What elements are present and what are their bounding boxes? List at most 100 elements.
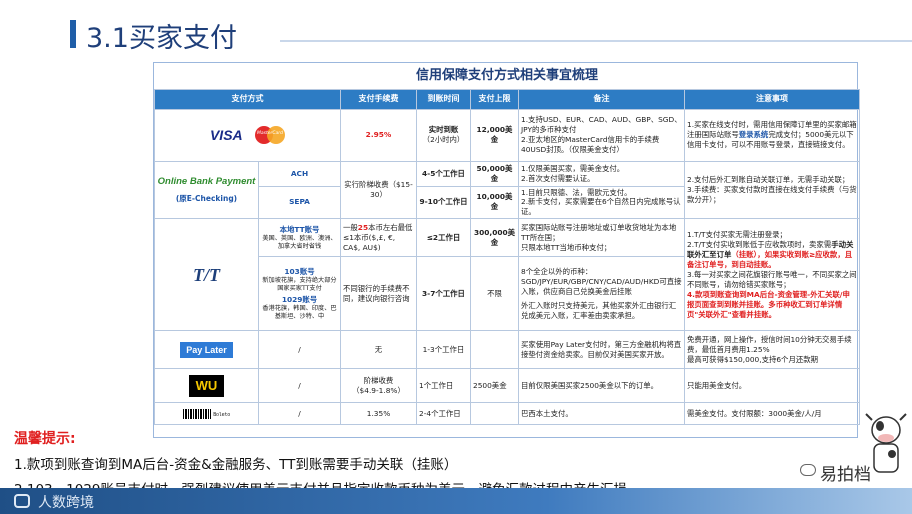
card-logos: VISA MasterCard [154,108,341,162]
tt-other-time: 3-7个工作日 [416,256,471,332]
header-method: 支付方式 [154,88,341,110]
obp-ach-remark: 1.仅限美国买家，需美金支付。 2.首次支付需要认证。 [518,160,685,187]
tt-103-desc: 新加坡花旗，支持绝大部分国家买家TT支付 [262,276,337,292]
tt-local-limit: 300,000美金 [470,218,519,258]
barcode-icon [182,408,211,419]
wu-fee: 阶梯收费 （$4.9-1.8%） [340,368,417,404]
obp-ach: ACH [258,160,341,187]
payment-methods-table-panel: 信用保障支付方式相关事宜梳理 支付方式 支付手续费 到账时间 支付上限 备注 注… [153,62,861,438]
card-limit: 12,000美金 [470,108,519,162]
card-time-sub: （2小时内） [422,135,465,144]
tt-note-part: 1.T/T支付买家无需注册登录； 2.T/T支付实收到账低于应收款项时，卖家需 [687,230,832,249]
title-divider [280,40,912,42]
tt-logo-cell: T/T [154,218,259,332]
tt-103-title: 103账号 [284,266,315,276]
paylater-account: / [258,330,341,370]
tt-logo: T/T [193,264,220,285]
tt-other-limit: 不限 [470,256,519,332]
tt-other-fee: 不同银行的手续费不同，建议向银行咨询 [340,256,417,332]
footer-logo-icon [14,494,30,508]
obp-sepa-limit: 10,000美金 [470,185,519,220]
payment-methods-table: 信用保障支付方式相关事宜梳理 支付方式 支付手续费 到账时间 支付上限 备注 注… [154,63,861,426]
tip-item: 1.款项到账查询到MA后台-资金&金融服务、TT到账需要手动关联（挂账） [14,457,458,473]
western-union-logo: WU [188,375,225,397]
header-fee: 支付手续费 [340,88,417,110]
wu-limit: 2500美金 [470,368,519,404]
title-bar: 3.1买家支付 [0,0,912,58]
pay-later-logo: Pay Later [180,341,233,359]
tt-1029-remark: 外汇入账时只支持美元，其他买家外汇由银行汇兑成美元入账，汇率差由卖家承担。 [521,300,677,320]
obp-ach-time: 4-5个工作日 [416,160,471,187]
tt-local-remark: 买家国际站账号注册地址或订单收货地址为本地TT所在国； 只限本地TT当地币种支付… [518,218,685,258]
obp-sepa: SEPA [258,185,341,220]
paylater-time: 1-3个工作日 [416,330,471,370]
table-header-row: 支付方式 支付手续费 到账时间 支付上限 备注 注意事项 [154,88,861,110]
page-title: 3.1买家支付 [86,23,237,54]
paylater-logo-cell: Pay Later [154,330,259,370]
obp-sepa-remark: 1.目前只限德、法，需欧元支付。 2.新卡支付，买家需要在6个自然日内完成账号认… [518,185,685,220]
boleto-limit [470,402,519,426]
header-remark: 备注 [518,88,685,110]
tt-other-accounts: 103账号 新加坡花旗，支持绝大部分国家买家TT支付 1029账号 香港花旗，韩… [258,256,341,332]
tt-1029-desc: 香港花旗，韩国、印度、巴基斯坦、沙特、中 [262,304,337,320]
tt-local-fee: 一般25本币左右最低≤1本币($,£, €, CA$, AU$) [340,218,417,258]
obp-note: 2.支付后外汇到账自动关联订单，无需手动关联； 3.手续费：买家支付款时直接在线… [683,160,861,220]
obp-logo-cell: Online Bank Payment (原E-Checking) [154,160,259,220]
wechat-icon [800,464,816,476]
header-notes: 注意事项 [683,88,861,110]
wu-note: 只能用美金支付。 [683,368,861,404]
footer-text: 人数跨境 [38,495,94,511]
tips-title: 温馨提示: [14,431,76,447]
paylater-limit [470,330,519,370]
wu-fee-main: 阶梯收费 [363,375,394,385]
boleto-logo: Boleto [213,411,231,418]
boleto-note: 需美金支付。支付限额：3000美金/人/月 [683,402,861,426]
obp-fee: 实行阶梯收费（$15-30） [340,160,417,220]
card-remark: 1.支持USD、EUR、CAD、AUD、GBP、SGD、JPY的多币种支付 2.… [518,108,685,162]
online-bank-payment-logo: Online Bank Payment [157,175,256,187]
table-row: T/T 本地TT账号 美国、英国、欧洲、澳洲、加拿大省时省钱 一般25本币左右最… [154,218,861,332]
tt-local-fee-part: 一般 [343,222,358,232]
paylater-remark: 买家使用Pay Later支付时，第三方金融机构将直接垫付资金给卖家。目前仅对美… [518,330,685,370]
wu-logo-cell: WU [154,368,259,404]
cow-mascot-icon [865,413,907,473]
header-limit: 支付上限 [470,88,519,110]
tt-1029-title: 1029账号 [281,294,318,304]
visa-logo: VISA [209,126,243,143]
paylater-fee: 无 [340,330,417,370]
tt-local-fee-amount: 25 [357,222,369,232]
tt-local-account: 本地TT账号 美国、英国、欧洲、澳洲、加拿大省时省钱 [258,218,341,258]
tt-note-part: 3.每一对买家之间花旗银行账号唯一，不同买家之间不同账号，请勿给错买家账号； [687,269,857,289]
boleto-logo-cell: Boleto [154,402,259,426]
card-time-main: 实时到账 [428,125,459,135]
wu-account: / [258,368,341,404]
obp-sub-label: (原E-Checking) [175,194,238,204]
table-row: Online Bank Payment (原E-Checking) ACH 实行… [154,160,861,220]
boleto-time: 2-4个工作日 [416,402,471,426]
mastercard-logo: MasterCard [255,126,286,144]
tt-103-remark: 8个全企以外的币种：SGD/JPY/EUR/GBP/CNY/CAD/AUD/HK… [521,266,682,296]
card-time: 实时到账 （2小时内） [416,108,471,162]
table-caption: 信用保障支付方式相关事宜梳理 [154,63,860,90]
table-row: VISA MasterCard 2.95% 实时到账 （2小时内） 12,000… [154,108,861,162]
header-time: 到账时间 [416,88,471,110]
boleto-remark: 巴西本土支付。 [518,402,685,426]
obp-sepa-time: 9-10个工作日 [416,185,471,220]
footer-bar: 人数跨境 [0,488,912,514]
paylater-note: 免费开通，网上操作，授信时间10分钟无交易手续费，最低首月费用1.25% 最高可… [683,330,861,370]
boleto-account: / [258,402,341,426]
card-note-emphasis: 登录系统 [738,130,769,139]
wu-fee-sub: （$4.9-1.8%） [352,385,405,395]
tt-note: 1.T/T支付买家无需注册登录； 2.T/T支付实收到账低于应收款项时，卖家需手… [683,218,861,332]
card-fee: 2.95% [340,108,417,162]
card-note: 1.买家在线支付时，需用信用保障订单里的买家邮箱注册国际站账号登录系统完成支付；… [683,108,861,162]
tt-local-time: ≤2工作日 [416,218,471,258]
tt-local-desc: 美国、英国、欧洲、澳洲、加拿大省时省钱 [262,234,337,250]
boleto-fee: 1.35% [340,402,417,426]
tt-note-warning: 4.款项到账查询到MA后台-资金管理-外汇关联/申报页面查到到账并挂账。多币种收… [687,289,850,319]
tt-local-title: 本地TT账号 [279,224,320,234]
table-row: WU / 阶梯收费 （$4.9-1.8%） 1个工作日 2500美金 目前仅限美… [154,368,861,404]
obp-ach-limit: 50,000美金 [470,160,519,187]
wu-remark: 目前仅限美国买家2500美金以下的订单。 [518,368,685,404]
title-accent [70,20,76,48]
